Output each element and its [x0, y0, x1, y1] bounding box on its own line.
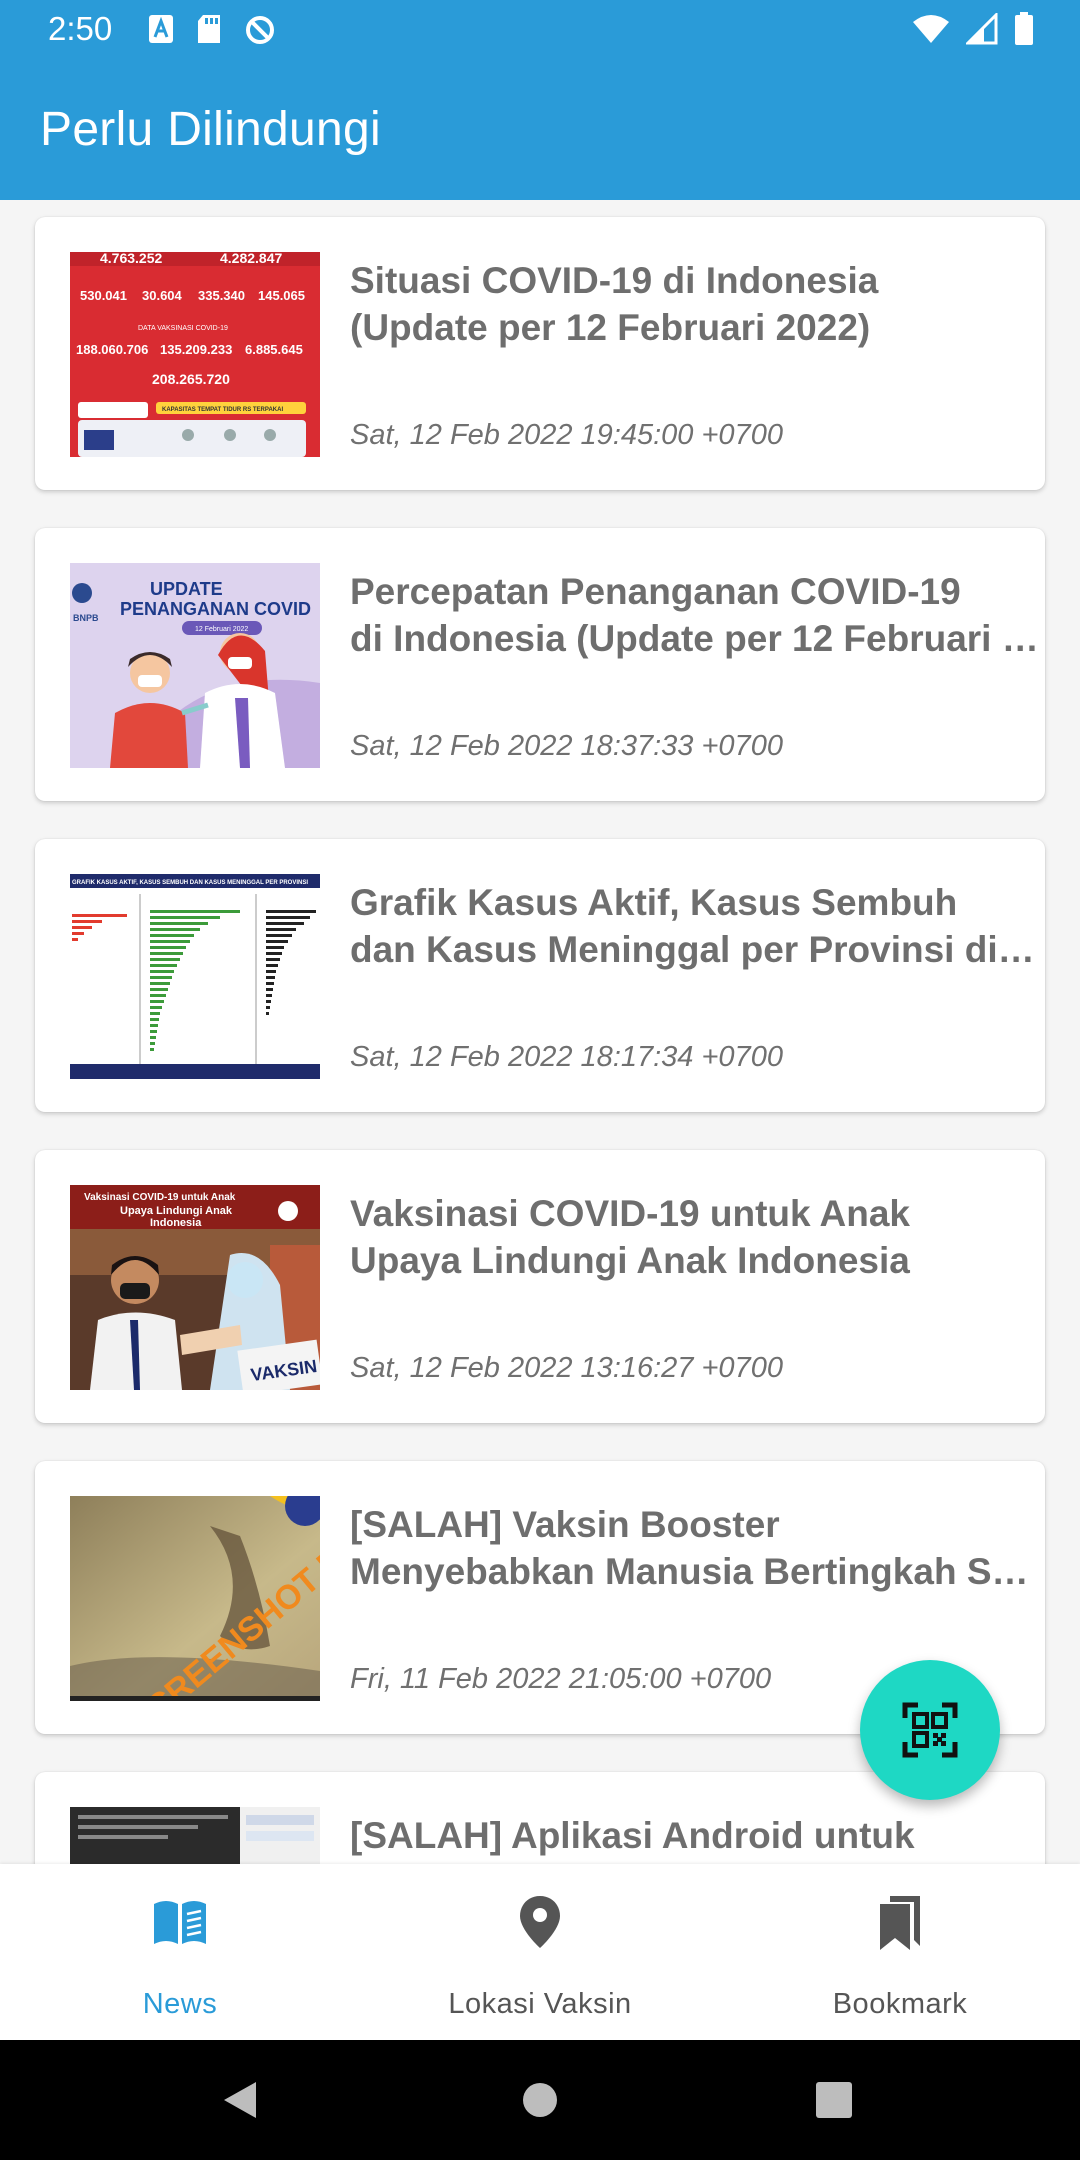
- news-title: Vaksinasi COVID-19 untuk Anak Upaya Lind…: [350, 1193, 910, 1281]
- nav-item-news[interactable]: News: [0, 1864, 360, 2040]
- battery-icon: [1015, 12, 1033, 45]
- news-date: Sat, 12 Feb 2022 19:45:00 +0700: [350, 419, 783, 451]
- system-navigation-bar: [0, 2040, 1080, 2160]
- news-title: Grafik Kasus Aktif, Kasus Sembuh dan Kas…: [350, 882, 1040, 970]
- news-title: [SALAH] Aplikasi Android untuk: [350, 1815, 915, 1856]
- news-title: Percepatan Penanganan COVID-19 di Indone…: [350, 571, 1040, 659]
- book-open-icon: [154, 1901, 206, 1944]
- thumb-stat: 335.340: [198, 288, 245, 303]
- news-thumbnail: [70, 1807, 320, 1864]
- bookmarks-icon: [880, 1896, 920, 1950]
- status-bar: 2:50: [0, 0, 1080, 60]
- news-title: Situasi COVID-19 di Indonesia (Update pe…: [350, 260, 879, 348]
- news-card[interactable]: BNPB UPDATE PENANGANAN COVID 12 Februari…: [35, 528, 1045, 801]
- thumb-stat: 135.209.233: [160, 342, 232, 357]
- app-bar: Perlu Dilindungi: [0, 60, 1080, 200]
- bottom-navigation: News Lokasi Vaksin Bookmark: [0, 1864, 1080, 2040]
- news-date: Sat, 12 Feb 2022 13:16:27 +0700: [350, 1352, 783, 1384]
- nav-label: Bookmark: [832, 1988, 968, 2020]
- back-icon[interactable]: [222, 2080, 258, 2120]
- news-card[interactable]: Vaksinasi COVID-19 untuk Anak Upaya Lind…: [35, 1150, 1045, 1423]
- home-icon[interactable]: [522, 2082, 558, 2118]
- thumb-stat: 4.282.847: [220, 252, 282, 266]
- news-date: Sat, 12 Feb 2022 18:17:34 +0700: [350, 1041, 783, 1073]
- thumb-stat: 145.065: [258, 288, 305, 303]
- scan-qr-button[interactable]: [860, 1660, 1000, 1800]
- thumb-stat: 30.604: [142, 288, 183, 303]
- sd-card-icon: [198, 15, 220, 43]
- news-thumbnail: GRAFIK KASUS AKTIF, KASUS SEMBUH DAN KAS…: [70, 874, 320, 1079]
- news-feed[interactable]: 4.763.252 4.282.847 530.041 30.604 335.3…: [0, 200, 1080, 1864]
- news-title: [SALAH] Vaksin Booster Menyebabkan Manus…: [350, 1504, 1040, 1592]
- thumb-text: UPDATE: [150, 579, 223, 599]
- thumb-text: Upaya Lindungi Anak: [120, 1205, 233, 1217]
- news-card[interactable]: 4.763.252 4.282.847 530.041 30.604 335.3…: [35, 217, 1045, 490]
- news-thumbnail: SCREENSHOT BY: [70, 1496, 320, 1701]
- wifi-icon: [913, 15, 949, 43]
- news-card[interactable]: GRAFIK KASUS AKTIF, KASUS SEMBUH DAN KAS…: [35, 839, 1045, 1112]
- status-time: 2:50: [48, 10, 113, 47]
- thumb-header: GRAFIK KASUS AKTIF, KASUS SEMBUH DAN KAS…: [72, 880, 308, 886]
- sync-disabled-icon: [246, 16, 274, 44]
- app-title: Perlu Dilindungi: [40, 103, 381, 156]
- thumb-stat: 188.060.706: [76, 342, 148, 357]
- news-thumbnail: 4.763.252 4.282.847 530.041 30.604 335.3…: [70, 252, 320, 457]
- thumb-footer: KAPASITAS TEMPAT TIDUR RS TERPAKAI: [162, 407, 283, 413]
- nav-item-lokasi-vaksin[interactable]: Lokasi Vaksin: [360, 1864, 720, 2040]
- bnpb-logo-text: BNPB: [73, 613, 99, 623]
- thumb-text: Indonesia: [150, 1217, 202, 1229]
- thumb-stat: 6.885.645: [245, 342, 303, 357]
- thumb-stat: 208.265.720: [152, 371, 230, 387]
- news-thumbnail: BNPB UPDATE PENANGANAN COVID 12 Februari…: [70, 563, 320, 768]
- thumb-header: DATA VAKSINASI COVID-19: [138, 325, 228, 332]
- font-notification-icon: [149, 15, 173, 43]
- qr-scan-icon: [902, 1702, 958, 1758]
- nav-item-bookmark[interactable]: Bookmark: [720, 1864, 1080, 2040]
- thumb-text: PENANGANAN COVID: [120, 599, 311, 619]
- location-pin-icon: [520, 1896, 560, 1948]
- thumb-date: 12 Februari 2022: [195, 626, 248, 633]
- news-date: Sat, 12 Feb 2022 18:37:33 +0700: [350, 730, 783, 762]
- recents-icon[interactable]: [816, 2082, 852, 2118]
- news-thumbnail: Vaksinasi COVID-19 untuk Anak Upaya Lind…: [70, 1185, 320, 1390]
- thumb-text: Vaksinasi COVID-19 untuk Anak: [84, 1192, 236, 1203]
- nav-label: News: [142, 1988, 218, 2020]
- nav-label: Lokasi Vaksin: [448, 1988, 632, 2020]
- news-date: Fri, 11 Feb 2022 21:05:00 +0700: [350, 1663, 772, 1695]
- thumb-stat: 4.763.252: [100, 252, 162, 266]
- thumb-stat: 530.041: [80, 288, 127, 303]
- signal-icon: [966, 13, 998, 45]
